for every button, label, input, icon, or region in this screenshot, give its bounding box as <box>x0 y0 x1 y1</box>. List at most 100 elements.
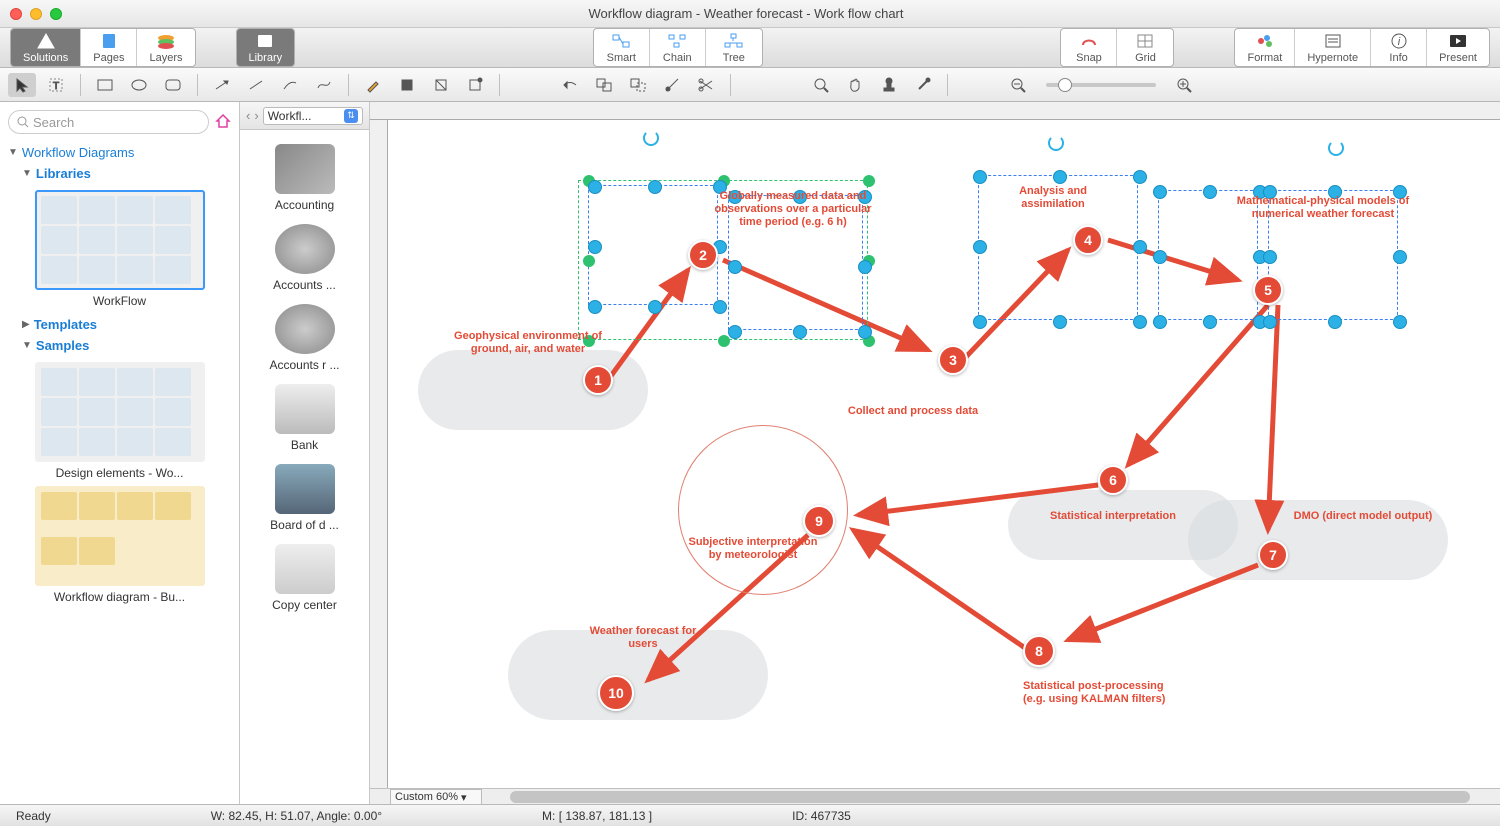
roundrect-tool[interactable] <box>159 73 187 97</box>
group-tool[interactable] <box>590 73 618 97</box>
node-5[interactable]: 5 <box>1253 275 1283 305</box>
minimize-icon[interactable] <box>30 8 42 20</box>
lib-item-bank[interactable]: Bank <box>240 378 369 458</box>
node-2[interactable]: 2 <box>688 240 718 270</box>
tree-workflow-diagrams[interactable]: ▼Workflow Diagrams <box>8 142 231 163</box>
lib-item-accounts-r[interactable]: Accounts r ... <box>240 298 369 378</box>
label-wx: Weather forecast for users <box>583 625 703 651</box>
snap-button[interactable]: Snap <box>1061 29 1117 66</box>
line2-tool[interactable] <box>242 73 270 97</box>
coins-minus-icon <box>275 224 335 274</box>
arc-tool[interactable] <box>276 73 304 97</box>
layers-button[interactable]: Layers <box>137 29 194 66</box>
eyedropper-tool[interactable] <box>909 73 937 97</box>
label-postproc: Statistical post-processing (e.g. using … <box>1023 680 1183 706</box>
thumb-workflow-bu[interactable]: Workflow diagram - Bu... <box>16 486 223 604</box>
zoom-in-button[interactable] <box>1170 73 1198 97</box>
thumb-design-elements[interactable]: Design elements - Wo... <box>16 362 223 480</box>
pointer-tool[interactable] <box>8 73 36 97</box>
node-3[interactable]: 3 <box>938 345 968 375</box>
hypernote-button[interactable]: Hypernote <box>1295 29 1371 66</box>
bank-icon <box>275 384 335 434</box>
hand-tool[interactable] <box>841 73 869 97</box>
line-tool[interactable] <box>208 73 236 97</box>
present-button[interactable]: Present <box>1427 29 1489 66</box>
scissors-tool[interactable] <box>692 73 720 97</box>
format-button[interactable]: Format <box>1235 29 1295 66</box>
node-4[interactable]: 4 <box>1073 225 1103 255</box>
thumb-workflow[interactable]: WorkFlow <box>16 190 223 308</box>
tree-button[interactable]: Tree <box>706 29 762 66</box>
library-selector[interactable]: Workfl...⇅ <box>263 107 363 125</box>
crop-tool[interactable] <box>461 73 489 97</box>
align-tool[interactable] <box>658 73 686 97</box>
info-icon: i <box>1386 31 1412 51</box>
solutions-icon <box>33 31 59 51</box>
chain-icon <box>664 31 690 51</box>
smart-button[interactable]: Smart <box>594 29 650 66</box>
lib-item-board[interactable]: Board of d ... <box>240 458 369 538</box>
window-controls[interactable] <box>10 8 62 20</box>
grid-icon <box>1132 31 1158 51</box>
tree-samples[interactable]: ▼Samples <box>8 335 231 356</box>
zoom-tool[interactable] <box>807 73 835 97</box>
info-button[interactable]: iInfo <box>1371 29 1427 66</box>
lib-back-button[interactable]: ‹ <box>246 108 250 123</box>
pencil-tool[interactable] <box>359 73 387 97</box>
gradient-tool[interactable] <box>427 73 455 97</box>
shape-toolbar: T <box>0 68 1500 102</box>
rotate-handle-icon[interactable] <box>643 130 659 146</box>
library-button[interactable]: Library <box>237 29 295 66</box>
home-icon[interactable] <box>215 113 231 132</box>
tree-templates[interactable]: ▶Templates <box>8 314 231 335</box>
rect-tool[interactable] <box>91 73 119 97</box>
node-9[interactable]: 9 <box>803 505 835 537</box>
node-6[interactable]: 6 <box>1098 465 1128 495</box>
stamp-tool[interactable] <box>875 73 903 97</box>
status-id: ID: 467735 <box>792 809 851 823</box>
window-title: Workflow diagram - Weather forecast - Wo… <box>62 6 1430 21</box>
fill-tool[interactable] <box>393 73 421 97</box>
spline-tool[interactable] <box>310 73 338 97</box>
scrollbar-horizontal[interactable]: Custom 60% ▾ <box>370 788 1500 804</box>
lib-forward-button[interactable]: › <box>254 108 258 123</box>
ungroup-tool[interactable] <box>624 73 652 97</box>
label-geo: Geophysical environment of ground, air, … <box>448 330 608 356</box>
lib-item-accounts[interactable]: Accounts ... <box>240 218 369 298</box>
zoom-slider[interactable] <box>1046 83 1156 87</box>
text-tool[interactable]: T <box>42 73 70 97</box>
canvas[interactable]: 1 2 3 4 5 6 7 8 9 10 Geophysical environ… <box>388 120 1500 788</box>
rotate-handle-icon[interactable] <box>1048 135 1064 151</box>
statusbar: Ready W: 82.45, H: 51.07, Angle: 0.00° M… <box>0 804 1500 826</box>
lib-item-copy-center[interactable]: Copy center <box>240 538 369 618</box>
label-math: Mathematical-physical models of numerica… <box>1228 195 1418 221</box>
format-icon <box>1252 31 1278 51</box>
accounting-icon <box>275 144 335 194</box>
grid-button[interactable]: Grid <box>1117 29 1173 66</box>
rotate-handle-icon[interactable] <box>1328 140 1344 156</box>
undo-tool[interactable] <box>556 73 584 97</box>
maximize-icon[interactable] <box>50 8 62 20</box>
close-icon[interactable] <box>10 8 22 20</box>
smart-icon <box>608 31 634 51</box>
pages-button[interactable]: Pages <box>81 29 137 66</box>
node-10[interactable]: 10 <box>598 675 634 711</box>
search-input[interactable]: Search <box>8 110 209 134</box>
node-1[interactable]: 1 <box>583 365 613 395</box>
svg-text:T: T <box>53 81 59 92</box>
zoom-out-button[interactable] <box>1004 73 1032 97</box>
ruler-vertical[interactable] <box>370 120 388 788</box>
lib-item-accounting[interactable]: Accounting <box>240 138 369 218</box>
label-collect: Collect and process data <box>843 405 983 418</box>
coins-plus-icon <box>275 304 335 354</box>
ruler-horizontal[interactable] <box>370 102 1500 120</box>
node-8[interactable]: 8 <box>1023 635 1055 667</box>
chain-button[interactable]: Chain <box>650 29 706 66</box>
node-7[interactable]: 7 <box>1258 540 1288 570</box>
library-icon <box>252 31 278 51</box>
library-panel: ‹ › Workfl...⇅ Accounting Accounts ... A… <box>240 102 370 804</box>
tree-libraries[interactable]: ▼Libraries <box>8 163 231 184</box>
solutions-button[interactable]: Solutions <box>11 29 81 66</box>
ellipse-tool[interactable] <box>125 73 153 97</box>
zoom-dropdown[interactable]: Custom 60% ▾ <box>390 789 482 805</box>
